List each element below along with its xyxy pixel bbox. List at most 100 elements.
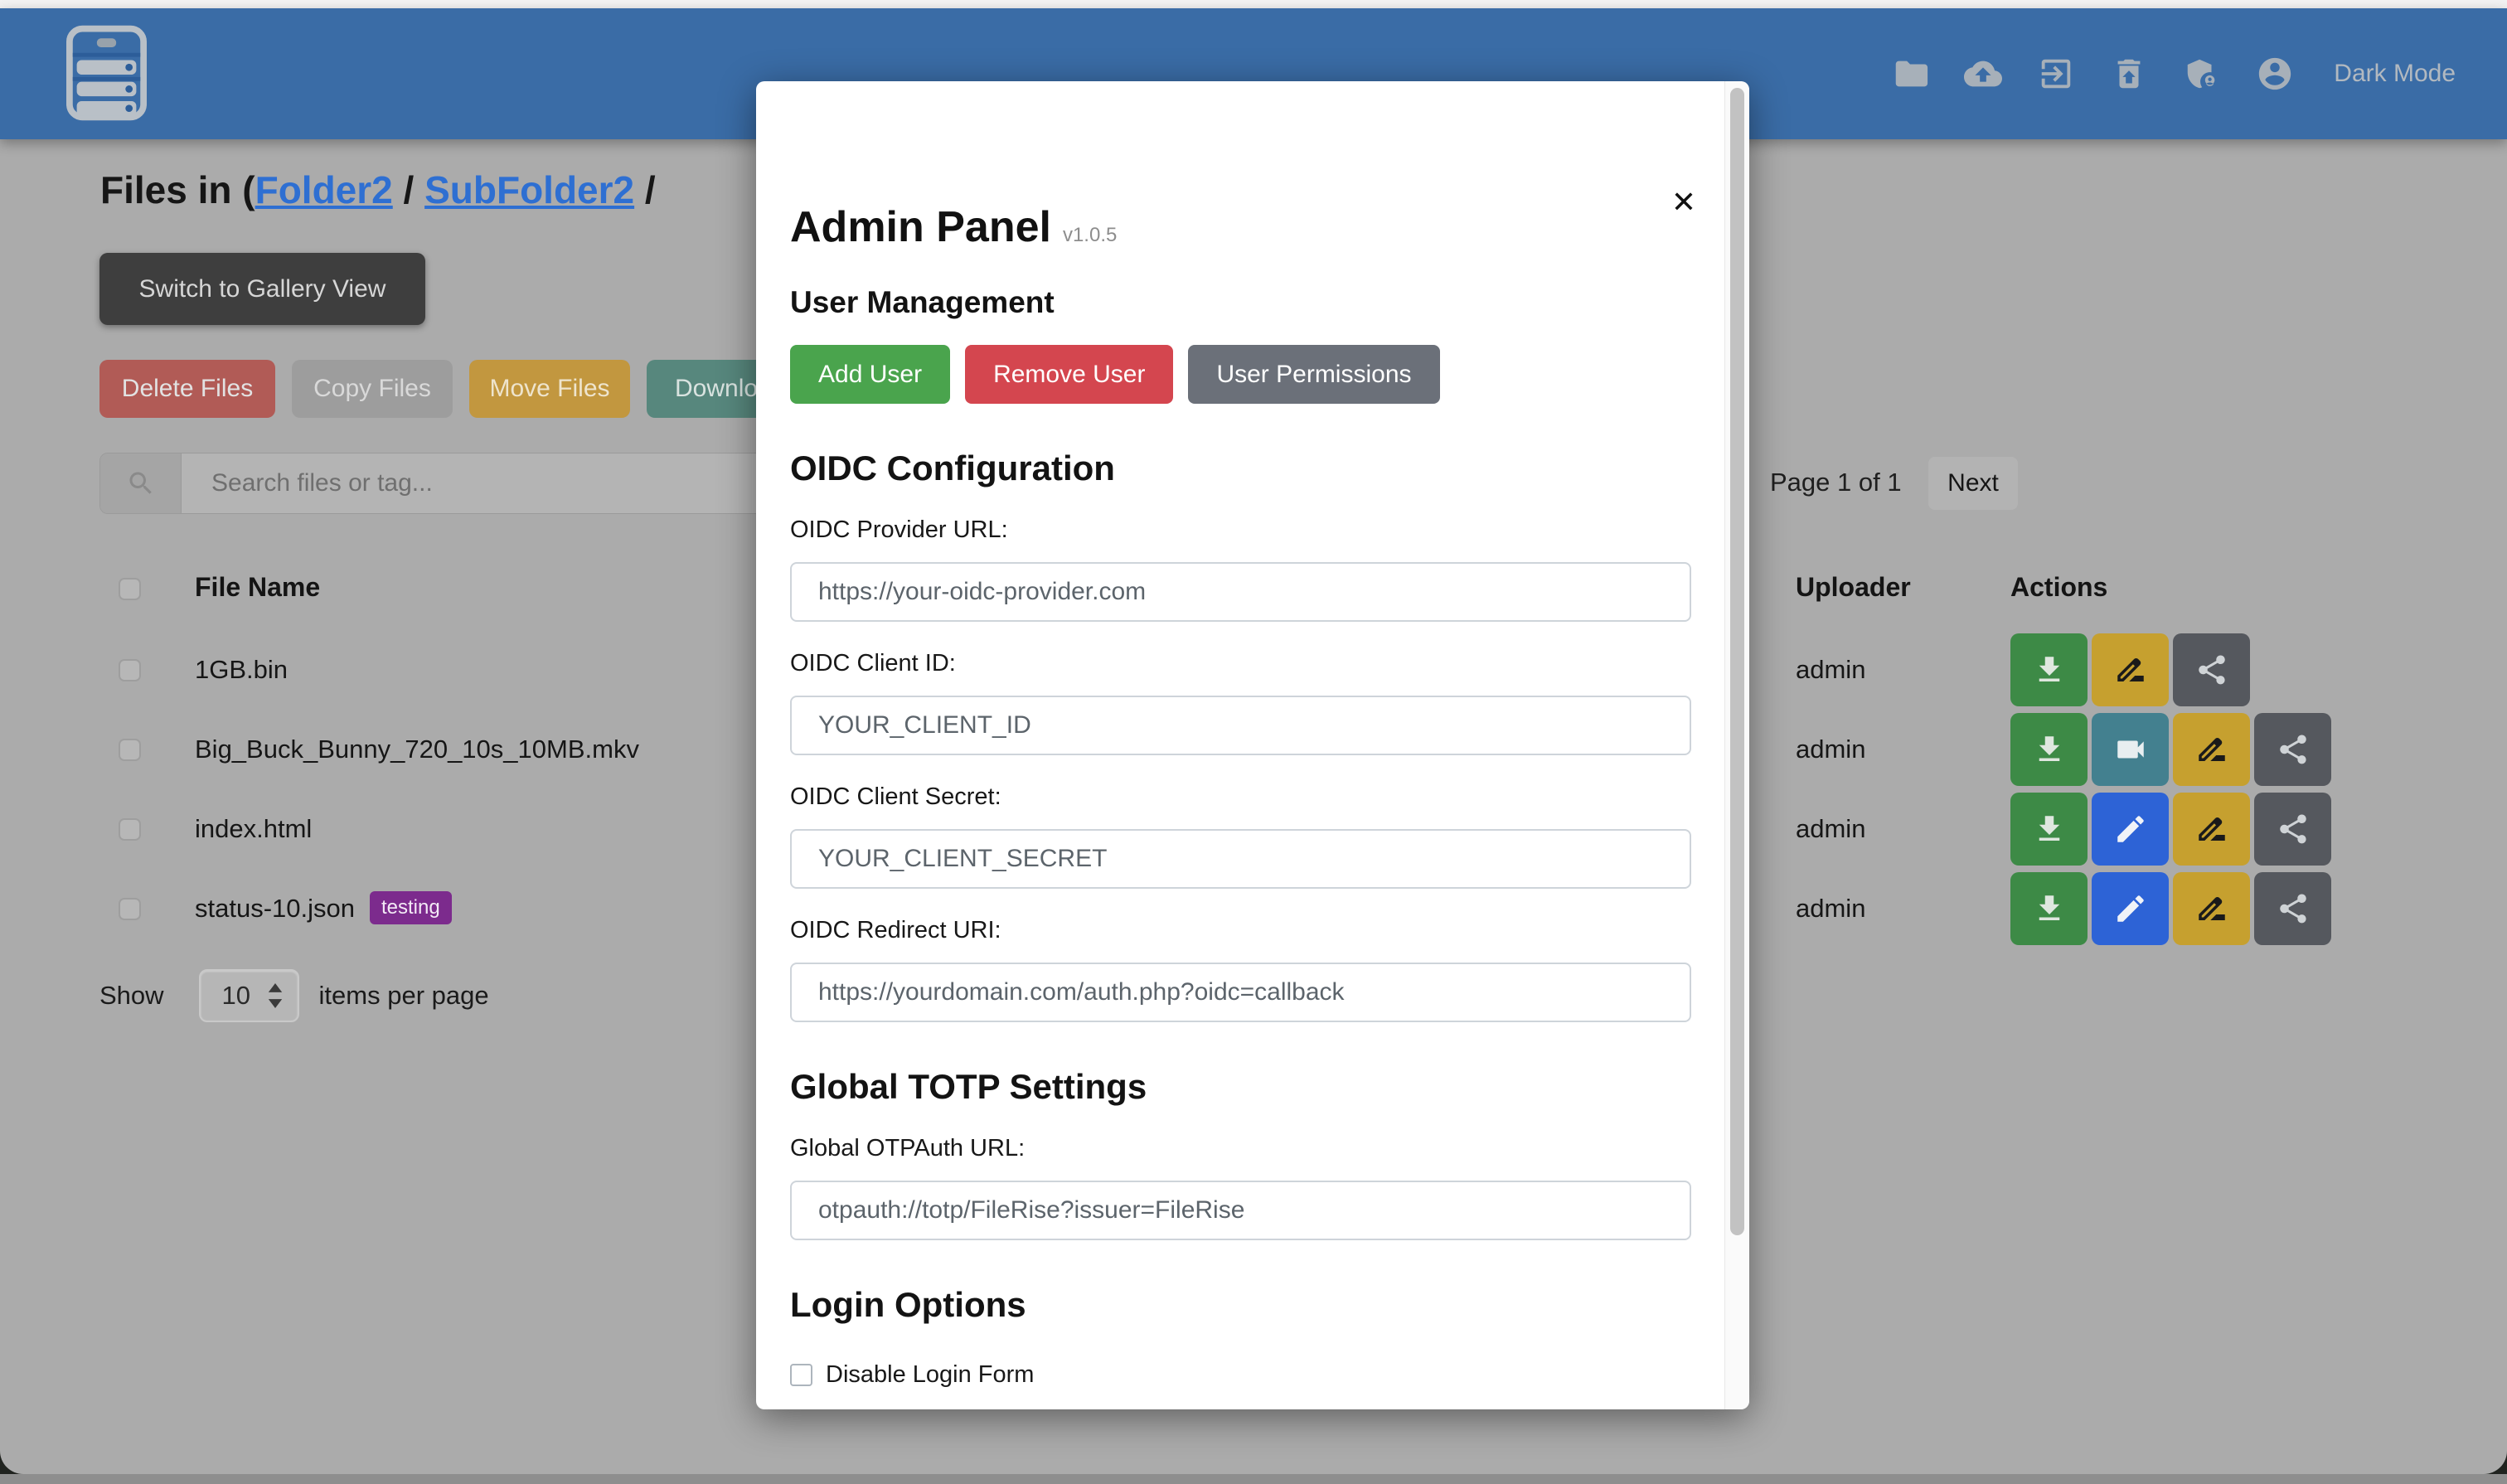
window-top-strip	[0, 0, 2507, 8]
bottom-band	[0, 1474, 2507, 1484]
share-file-button[interactable]	[2173, 633, 2250, 706]
uploader-cell: admin	[1796, 894, 1865, 924]
cloud-upload-icon[interactable]	[1964, 55, 2002, 93]
share-icon	[2276, 812, 2311, 846]
share-file-button[interactable]	[2254, 872, 2331, 945]
modal-scrollbar-thumb[interactable]	[1730, 88, 1744, 1235]
copy-files-button[interactable]: Copy Files	[292, 360, 453, 418]
close-icon[interactable]: ✕	[1671, 187, 1696, 217]
preview-video-button[interactable]	[2092, 713, 2169, 786]
column-header-file-name[interactable]: File Name	[195, 572, 320, 603]
select-all-checkbox[interactable]	[119, 578, 141, 600]
download-file-button[interactable]	[2010, 713, 2088, 786]
share-file-button[interactable]	[2254, 713, 2331, 786]
rename-icon	[2194, 732, 2229, 767]
breadcrumb-link-subfolder2[interactable]: SubFolder2	[424, 168, 634, 211]
global-totp-heading: Global TOTP Settings	[790, 1067, 1691, 1107]
row-actions	[2010, 872, 2331, 945]
items-per-page-control: Show 10 items per page	[99, 969, 489, 1022]
edit-icon	[2113, 812, 2148, 846]
rename-file-button[interactable]	[2092, 633, 2169, 706]
oidc-provider-url-input[interactable]	[790, 562, 1691, 622]
oidc-redirect-uri-input[interactable]	[790, 963, 1691, 1022]
sign-in-icon[interactable]	[2037, 55, 2075, 93]
global-otpauth-url-input[interactable]	[790, 1181, 1691, 1240]
download-icon	[2032, 812, 2067, 846]
share-file-button[interactable]	[2254, 793, 2331, 866]
download-file-button[interactable]	[2010, 872, 2088, 945]
move-files-button[interactable]: Move Files	[469, 360, 630, 418]
breadcrumb-link-folder2[interactable]: Folder2	[255, 168, 393, 211]
row-checkbox[interactable]	[119, 898, 141, 920]
file-name[interactable]: status-10.json testing	[195, 894, 452, 928]
file-tag-badge: testing	[370, 891, 452, 924]
rename-icon	[2113, 652, 2148, 687]
uploader-cell: admin	[1796, 735, 1865, 764]
breadcrumb: Files in (Folder2 / SubFolder2 /	[100, 167, 656, 212]
file-name[interactable]: Big_Buck_Bunny_720_10s_10MB.mkv	[195, 735, 639, 764]
admin-shield-icon[interactable]	[2183, 55, 2221, 93]
uploader-cell: admin	[1796, 814, 1865, 844]
header-actions: Dark Mode	[1891, 8, 2456, 139]
pagination-status: Page 1 of 1	[1770, 468, 1902, 497]
modal-version: v1.0.5	[1063, 224, 1117, 247]
global-otpauth-url-label: Global OTPAuth URL:	[790, 1135, 1691, 1162]
oidc-client-id-input[interactable]	[790, 696, 1691, 755]
login-options-heading: Login Options	[790, 1285, 1691, 1325]
modal-title: Admin Panel	[790, 202, 1051, 252]
uploader-cell: admin	[1796, 655, 1865, 685]
download-file-button[interactable]	[2010, 793, 2088, 866]
row-checkbox[interactable]	[119, 739, 141, 761]
dark-mode-toggle[interactable]: Dark Mode	[2334, 60, 2456, 88]
oidc-client-secret-input[interactable]	[790, 829, 1691, 889]
items-per-page-suffix: items per page	[319, 981, 489, 1011]
admin-panel-modal: ✕ Admin Panel v1.0.5 User Management Add…	[756, 81, 1749, 1409]
share-icon	[2276, 891, 2311, 926]
share-icon	[2194, 652, 2229, 687]
folder-icon[interactable]	[1891, 55, 1929, 93]
remove-user-button[interactable]: Remove User	[965, 345, 1173, 404]
row-actions	[2010, 633, 2250, 706]
file-name[interactable]: 1GB.bin	[195, 655, 288, 685]
delete-files-button[interactable]: Delete Files	[99, 360, 275, 418]
column-header-uploader[interactable]: Uploader	[1796, 572, 1911, 603]
items-per-page-select[interactable]: 10	[199, 969, 299, 1022]
row-checkbox[interactable]	[119, 659, 141, 681]
column-header-actions: Actions	[2010, 572, 2107, 603]
file-name-text: status-10.json	[195, 894, 355, 923]
row-actions	[2010, 793, 2331, 866]
disable-login-form-checkbox[interactable]	[790, 1364, 812, 1386]
file-name[interactable]: index.html	[195, 814, 312, 844]
share-icon	[2276, 732, 2311, 767]
rename-icon	[2194, 812, 2229, 846]
oidc-provider-url-label: OIDC Provider URL:	[790, 516, 1691, 544]
filerise-logo[interactable]	[66, 25, 147, 121]
user-permissions-button[interactable]: User Permissions	[1188, 345, 1439, 404]
oidc-configuration-heading: OIDC Configuration	[790, 449, 1691, 488]
select-arrows-icon	[266, 983, 284, 1008]
add-user-button[interactable]: Add User	[790, 345, 950, 404]
download-file-button[interactable]	[2010, 633, 2088, 706]
restore-trash-icon[interactable]	[2110, 55, 2148, 93]
search-icon	[100, 453, 182, 513]
modal-scrollbar[interactable]	[1724, 81, 1749, 1409]
oidc-redirect-uri-label: OIDC Redirect URI:	[790, 917, 1691, 944]
rename-file-button[interactable]	[2173, 872, 2250, 945]
oidc-client-id-label: OIDC Client ID:	[790, 650, 1691, 677]
breadcrumb-separator: /	[393, 168, 424, 211]
edit-icon	[2113, 891, 2148, 926]
disable-login-form-label: Disable Login Form	[826, 1361, 1034, 1389]
row-checkbox[interactable]	[119, 818, 141, 841]
rename-file-button[interactable]	[2173, 793, 2250, 866]
rename-file-button[interactable]	[2173, 713, 2250, 786]
account-circle-icon[interactable]	[2256, 55, 2294, 93]
edit-file-button[interactable]	[2092, 872, 2169, 945]
disable-login-form-row: Disable Login Form	[790, 1361, 1691, 1389]
download-icon	[2032, 891, 2067, 926]
show-label: Show	[99, 981, 164, 1011]
edit-file-button[interactable]	[2092, 793, 2169, 866]
next-page-button[interactable]: Next	[1928, 457, 2018, 510]
switch-gallery-view-button[interactable]: Switch to Gallery View	[99, 253, 425, 325]
download-icon	[2032, 652, 2067, 687]
breadcrumb-suffix: /	[634, 168, 656, 211]
